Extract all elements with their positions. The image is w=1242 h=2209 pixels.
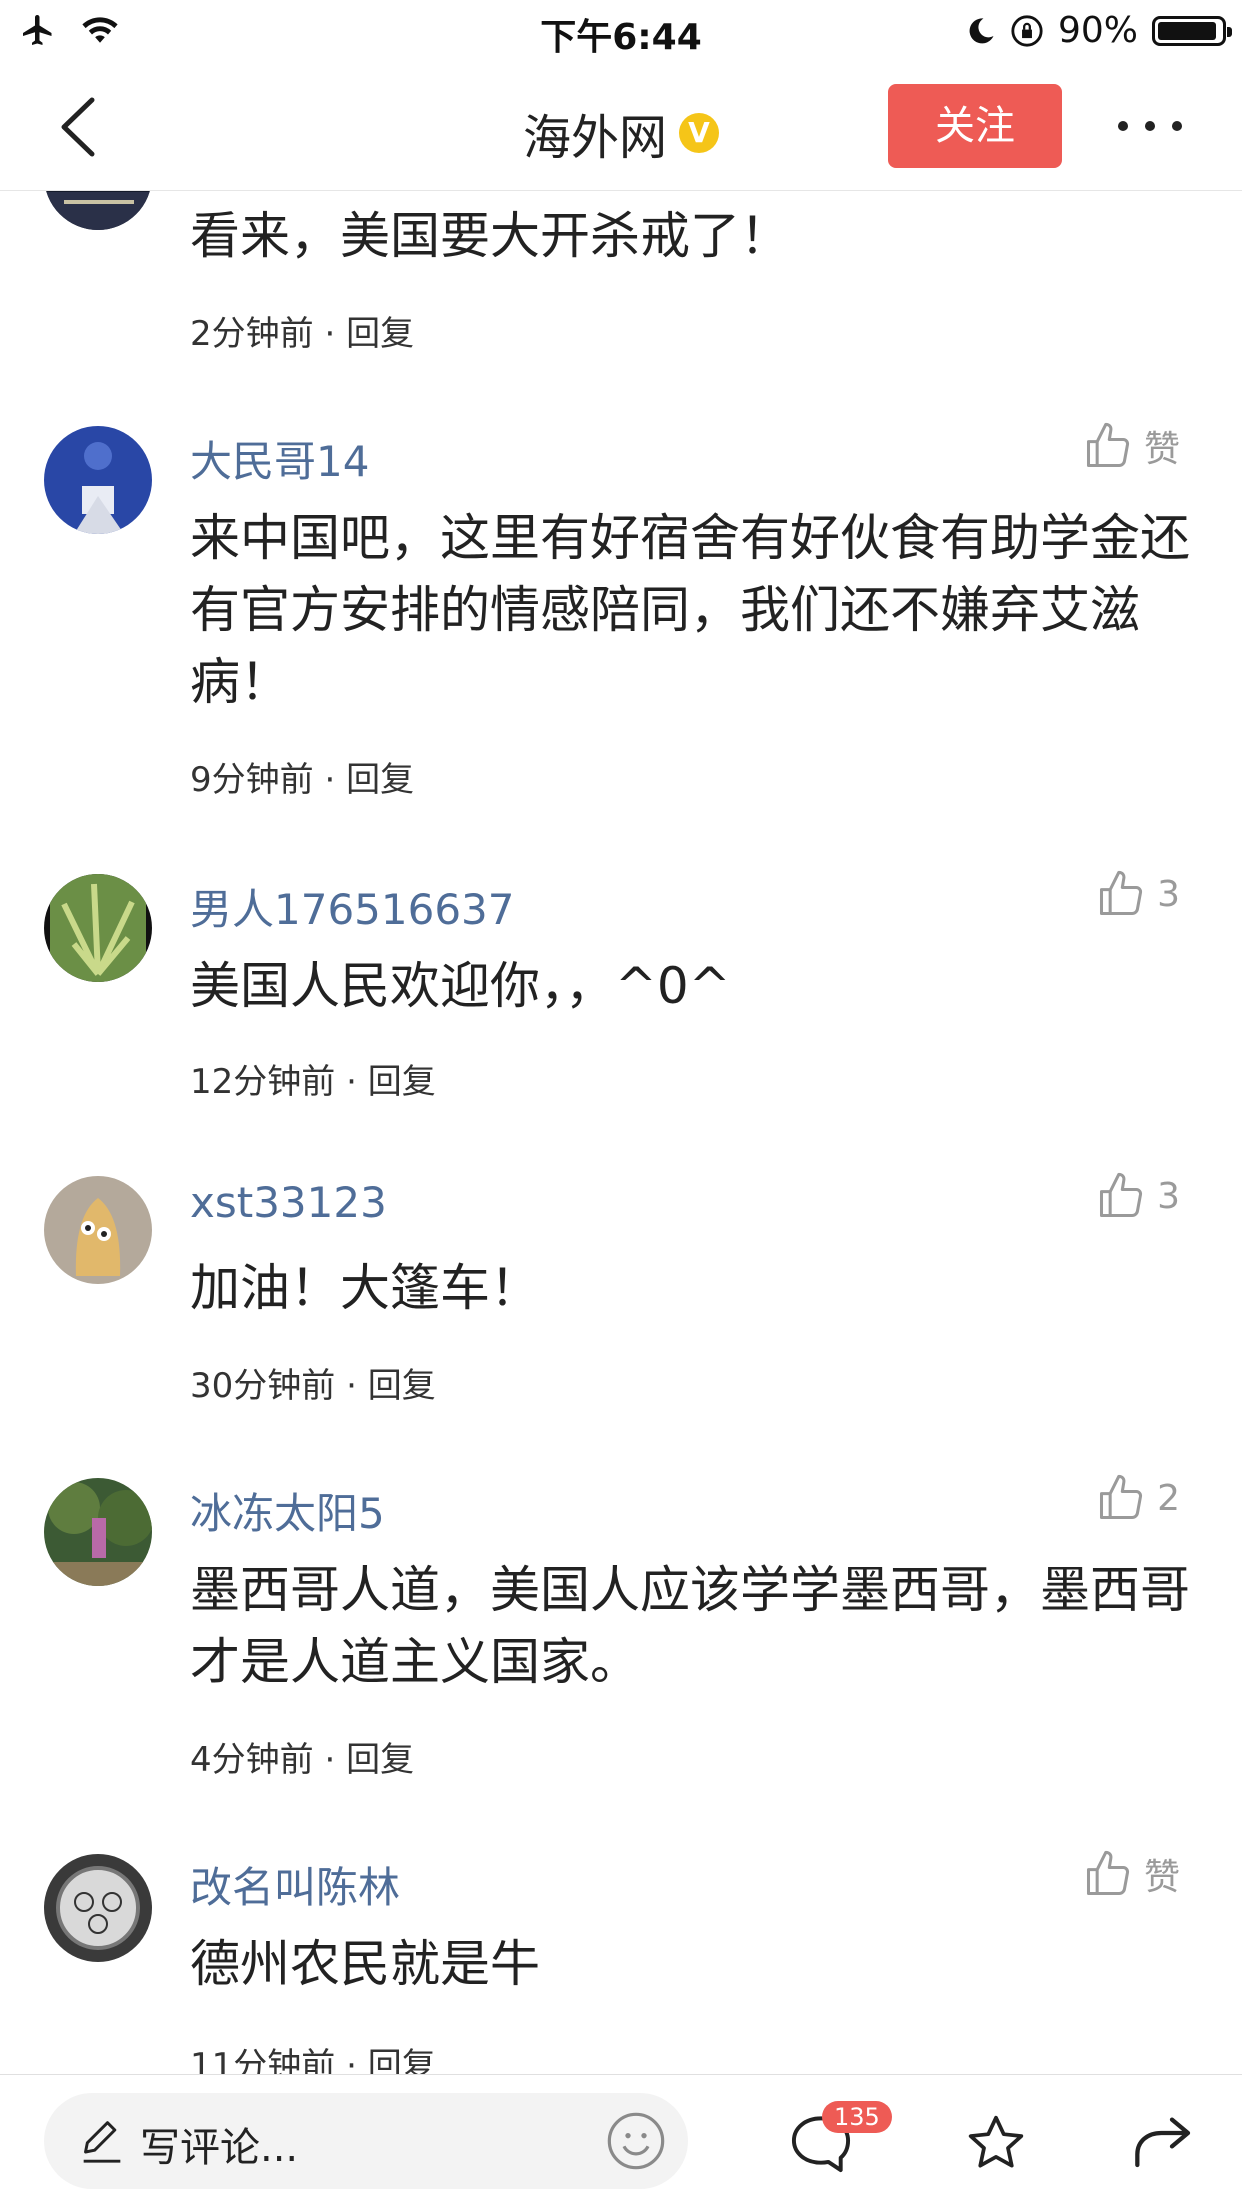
meta-separator: · [324,1740,336,1780]
avatar[interactable] [44,874,152,982]
reply-link[interactable]: 回复 [346,314,414,354]
comment-placeholder: 写评论... [140,2125,299,2171]
like-button[interactable]: 2 [1095,1472,1180,1524]
comment-time: 9分钟前 [190,760,314,800]
username[interactable]: 男人176516637 [190,876,515,937]
avatar[interactable] [44,1478,152,1586]
comment-meta: 30分钟前 · 回复 [190,1358,436,1407]
comment-time: 12分钟前 [190,1062,336,1102]
thumbs-up-icon [1100,870,1143,916]
like-count: 赞 [1143,1857,1180,1898]
comment-meta: 12分钟前 · 回复 [190,1054,436,1103]
comment-text: 来中国吧，这里有好宿舍有好伙食有助学金还有官方安排的情感陪同，我们还不嫌弃艾滋病… [190,509,1190,711]
meta-separator: · [346,1366,357,1406]
comment-time: 30分钟前 [190,1366,336,1406]
meta-separator: · [324,314,336,354]
thumbs-up-icon [1100,1172,1143,1218]
comment-meta: 9分钟前 · 回复 [190,752,414,801]
follow-button[interactable]: 关注 [888,84,1062,168]
reply-link[interactable]: 回复 [368,1062,436,1102]
comment-meta: 2分钟前 · 回复 [190,306,414,355]
comment-text: 美国人民欢迎你，，^0^ [190,957,731,1015]
avatar[interactable] [44,426,152,534]
more-icon[interactable] [1118,114,1182,138]
comment-text: 看来，美国要大开杀戒了！ [190,207,790,265]
comment-time: 4分钟前 [190,1740,314,1780]
thumbs-up-icon [1100,1474,1143,1520]
reply-link[interactable]: 回复 [346,760,414,800]
page-title: 海外网 [522,110,667,166]
nav-bar: 海外网 V 关注 [0,62,1242,191]
comment-text: 加油！大篷车！ [190,1259,540,1317]
meta-separator: · [346,2046,357,2076]
username[interactable]: 冰冻太阳5 [190,1480,385,1541]
verified-badge-icon: V [679,113,719,153]
meta-separator: · [346,1062,357,1102]
comment-list[interactable]: 看来，美国要大开杀戒了！ 2分钟前 · 回复 大民哥14 赞 来中国吧，这里有好… [0,0,1242,2076]
pen-icon [83,2121,121,2163]
username[interactable]: xst33123 [190,1178,387,1227]
comment-time: 2分钟前 [190,314,314,354]
comment-count-badge: 135 [822,2101,892,2133]
share-icon[interactable] [1132,2111,1196,2171]
comment-text: 德州农民就是牛 [190,1935,540,1993]
comment-meta: 11分钟前 · 回复 [190,2038,436,2076]
like-button[interactable]: 3 [1095,868,1180,920]
comment-meta: 4分钟前 · 回复 [190,1732,414,1781]
bottom-bar: 写评论... 135 [0,2074,1242,2209]
comment-time: 11分钟前 [190,2046,336,2076]
avatar[interactable] [44,1176,152,1284]
comment-text: 墨西哥人道，美国人应该学学墨西哥，墨西哥才是人道主义国家。 [190,1561,1190,1691]
like-count: 3 [1157,873,1180,915]
like-count: 3 [1157,1175,1180,1217]
username[interactable]: 改名叫陈林 [190,1854,400,1915]
username[interactable]: 大民哥14 [190,428,369,489]
thumbs-up-icon [1086,422,1130,468]
like-count: 赞 [1143,429,1180,470]
star-icon[interactable] [962,2111,1030,2175]
thumbs-up-icon [1086,1850,1130,1896]
like-button[interactable]: 3 [1095,1170,1180,1222]
reply-link[interactable]: 回复 [368,1366,436,1406]
like-count: 2 [1157,1477,1180,1519]
like-button[interactable]: 赞 [1082,1848,1180,1900]
comment-input[interactable]: 写评论... [44,2093,688,2189]
like-button[interactable]: 赞 [1082,420,1180,472]
meta-separator: · [324,760,336,800]
reply-link[interactable]: 回复 [346,1740,414,1780]
reply-link[interactable]: 回复 [368,2046,436,2076]
emoji-icon[interactable] [604,2109,668,2173]
avatar[interactable] [44,1854,152,1962]
